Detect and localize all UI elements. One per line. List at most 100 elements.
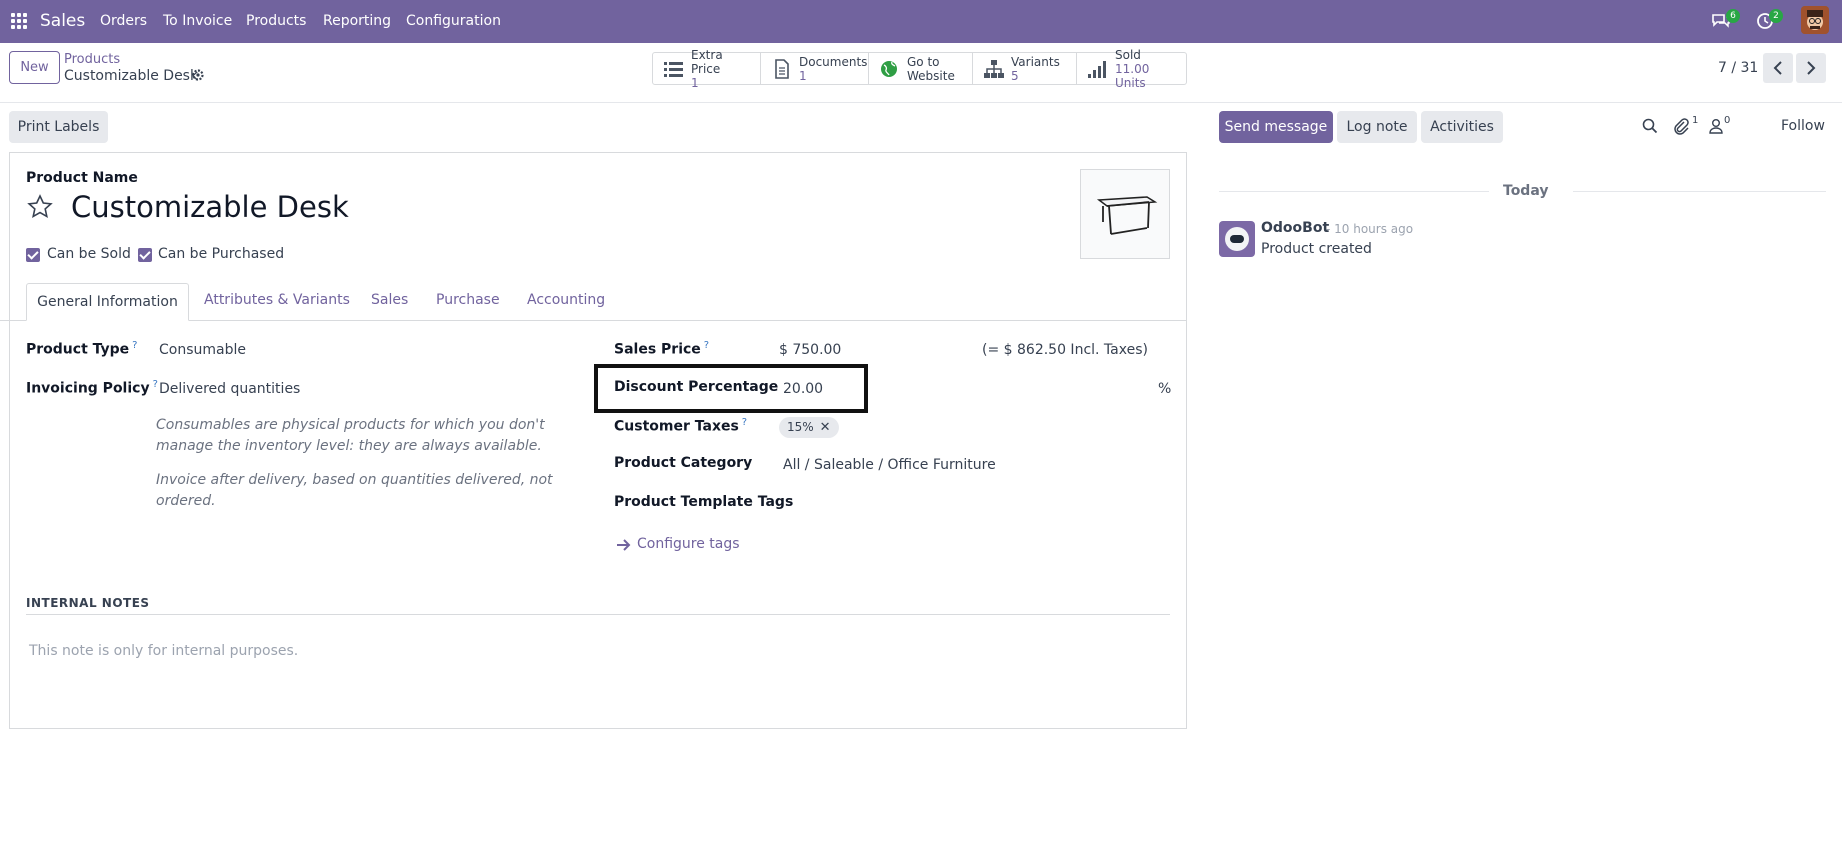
activities-button[interactable]: Activities [1421, 111, 1503, 143]
product-type-label: Product Type? [26, 340, 137, 358]
follow-button[interactable]: Follow [1781, 118, 1825, 134]
attachments-count: 1 [1692, 115, 1699, 126]
product-image[interactable] [1080, 169, 1170, 259]
product-type-help-icon[interactable]: ? [132, 340, 137, 351]
extra-price-button[interactable]: Extra Price 1 [653, 48, 761, 90]
message-time: - 10 hours ago [1326, 222, 1414, 236]
internal-notes-title: INTERNAL NOTES [26, 596, 150, 610]
product-template-tags-label: Product Template Tags [614, 494, 794, 510]
pager-previous-button[interactable] [1763, 53, 1793, 83]
sold-label: Sold [1115, 47, 1141, 62]
star-icon[interactable] [26, 193, 54, 221]
signal-icon [1087, 59, 1109, 79]
variants-label: Variants [1011, 54, 1060, 69]
menu-to-invoice[interactable]: To Invoice [163, 13, 232, 29]
tag-remove-icon[interactable]: ✕ [820, 420, 831, 435]
tab-general-information[interactable]: General Information [26, 283, 189, 321]
paperclip-icon[interactable] [1673, 117, 1689, 135]
date-separator: Today [1503, 183, 1549, 199]
globe-icon [879, 59, 901, 79]
desk-image-icon [1096, 196, 1158, 235]
invoice-help-text: Invoice after delivery, based on quantit… [156, 472, 553, 509]
new-button[interactable]: New [9, 51, 60, 84]
followers-count: 0 [1724, 115, 1731, 126]
documents-button[interactable]: Documents 1 [761, 53, 869, 84]
sales-price-label-text: Sales Price [614, 341, 701, 358]
customer-taxes-help-icon[interactable]: ? [742, 417, 747, 428]
product-name-field[interactable]: Customizable Desk [71, 190, 349, 224]
document-icon [771, 58, 793, 79]
consumable-help-text: Consumables are physical products for wh… [156, 417, 545, 454]
product-category-field[interactable]: All / Saleable / Office Furniture [783, 457, 996, 473]
variants-count: 5 [1011, 68, 1019, 83]
chevron-left-icon [1773, 61, 1782, 75]
print-labels-button[interactable]: Print Labels [9, 111, 108, 143]
smart-buttons: Extra Price 1 Documents 1 Go to Website Var… [652, 48, 1187, 90]
customer-tax-tag-label: 15% [787, 420, 814, 434]
menu-products[interactable]: Products [246, 13, 306, 29]
sold-button[interactable]: Sold 11.00 Units [1077, 48, 1186, 90]
go-to-website-button[interactable]: Go to Website [869, 53, 973, 84]
search-icon[interactable] [1642, 118, 1658, 134]
robot-eyes-icon [1230, 235, 1244, 243]
tab-purchase[interactable]: Purchase [436, 292, 500, 308]
percent-sign: % [1158, 381, 1172, 397]
can-be-purchased-checkbox[interactable] [138, 248, 152, 262]
invoicing-policy-label-text: Invoicing Policy [26, 380, 150, 397]
discount-percentage-field[interactable]: 20.00 [783, 381, 823, 397]
user-avatar[interactable] [1801, 6, 1829, 34]
product-type-label-text: Product Type [26, 341, 130, 358]
sales-price-field[interactable]: $ 750.00 [779, 342, 841, 358]
sitemap-icon [983, 59, 1005, 79]
variants-button[interactable]: Variants 5 [973, 53, 1077, 84]
invoicing-policy-label: Invoicing Policy? [26, 379, 158, 397]
documents-count: 1 [799, 68, 807, 83]
log-note-button[interactable]: Log note [1337, 111, 1417, 143]
can-be-sold-checkbox[interactable] [26, 248, 40, 262]
app-grid-icon[interactable] [11, 13, 27, 29]
menu-reporting[interactable]: Reporting [323, 13, 391, 29]
sales-price-label: Sales Price? [614, 340, 709, 358]
pager-value[interactable]: 7 / 31 [1718, 60, 1758, 76]
odoobot-avatar[interactable] [1219, 221, 1255, 257]
pager-next-button[interactable] [1796, 53, 1826, 83]
extra-price-count: 1 [691, 75, 699, 90]
product-type-field[interactable]: Consumable [159, 342, 246, 358]
user-icon[interactable] [1708, 118, 1724, 134]
send-message-button[interactable]: Send message [1219, 111, 1333, 143]
activities-badge: 2 [1769, 9, 1783, 23]
customer-tax-tag[interactable]: 15% ✕ [779, 417, 839, 438]
invoicing-policy-help-icon[interactable]: ? [153, 379, 158, 390]
invoicing-policy-field[interactable]: Delivered quantities [159, 381, 300, 397]
sales-price-help-icon[interactable]: ? [704, 340, 709, 351]
message-author[interactable]: OdooBot [1261, 220, 1329, 236]
customer-taxes-label: Customer Taxes? [614, 417, 747, 435]
date-separator-line-right [1573, 191, 1826, 192]
chevron-right-icon [1807, 61, 1816, 75]
customer-taxes-label-text: Customer Taxes [614, 418, 739, 435]
date-separator-line-left [1219, 191, 1489, 192]
tab-attributes-variants[interactable]: Attributes & Variants [204, 292, 350, 308]
internal-notes-divider [26, 614, 1170, 615]
app-name[interactable]: Sales [40, 11, 85, 31]
product-category-label: Product Category [614, 455, 753, 471]
menu-configuration[interactable]: Configuration [406, 13, 501, 29]
product-name-label: Product Name [26, 170, 138, 186]
go-to-label: Go to [907, 54, 940, 69]
incl-taxes-text: (= $ 862.50 Incl. Taxes) [982, 342, 1148, 358]
can-be-purchased-label[interactable]: Can be Purchased [158, 246, 284, 262]
internal-notes-input[interactable]: This note is only for internal purposes. [29, 643, 298, 659]
control-panel-divider [0, 102, 1842, 103]
tab-accounting[interactable]: Accounting [527, 292, 605, 308]
configure-tags-link[interactable]: Configure tags [637, 536, 740, 552]
sold-units: 11.00 Units [1115, 61, 1150, 90]
discount-percentage-label: Discount Percentage [614, 379, 779, 395]
menu-orders[interactable]: Orders [100, 13, 147, 29]
gear-icon[interactable] [191, 68, 205, 82]
website-label: Website [907, 68, 955, 83]
can-be-sold-label[interactable]: Can be Sold [47, 246, 131, 262]
tab-sales[interactable]: Sales [371, 292, 408, 308]
top-navbar: Sales Orders To Invoice Products Reporti… [0, 0, 1842, 43]
breadcrumb-products[interactable]: Products [64, 52, 120, 67]
extra-price-label: Extra Price [691, 47, 723, 76]
